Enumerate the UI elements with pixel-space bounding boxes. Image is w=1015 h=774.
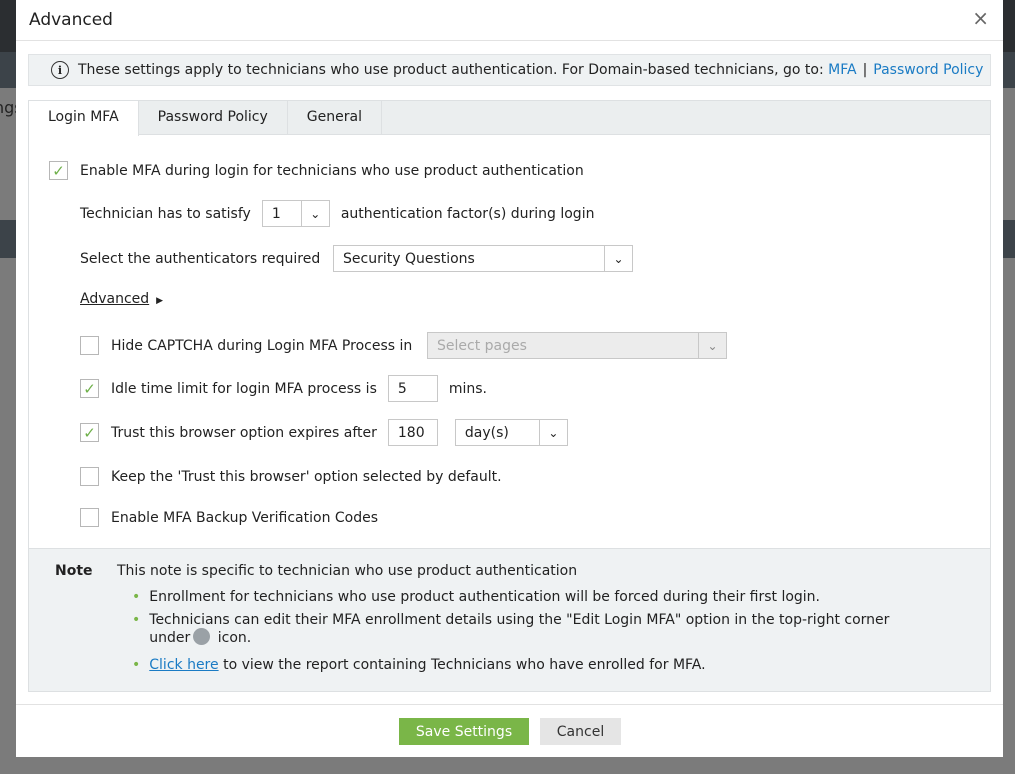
chevron-down-icon: ⌄ (604, 246, 632, 271)
divider (16, 40, 1003, 41)
satisfy-label-after: authentication factor(s) during login (340, 205, 595, 222)
advanced-toggle[interactable]: Advanced ▶ (80, 291, 163, 307)
enable-mfa-checkbox[interactable]: ✓ (49, 161, 68, 180)
satisfy-label: Technician has to satisfy (80, 205, 251, 222)
trust-browser-row: ✓ Trust this browser option expires afte… (80, 419, 568, 446)
idle-time-row: ✓ Idle time limit for login MFA process … (80, 375, 487, 402)
hide-captcha-label: Hide CAPTCHA during Login MFA Process in (111, 337, 413, 354)
tab-bar: Login MFA Password Policy General (29, 101, 990, 136)
chevron-down-icon: ⌄ (538, 420, 567, 445)
caret-right-icon: ▶ (156, 295, 164, 306)
note-bullet: Enrollment for technicians who use produ… (132, 589, 820, 605)
authenticators-row: Select the authenticators required Secur… (80, 245, 633, 272)
note-text: Technicians can edit their MFA enrollmen… (149, 612, 889, 646)
enable-mfa-label: Enable MFA during login for technicians … (80, 162, 584, 179)
chevron-down-icon: ⌄ (300, 201, 329, 226)
authenticators-value: Security Questions (343, 250, 475, 267)
note-text: to view the report containing Technician… (223, 657, 706, 673)
idle-time-input[interactable]: 5 (387, 375, 438, 402)
keep-trust-label: Keep the 'Trust this browser' option sel… (111, 468, 502, 485)
tab-password-policy[interactable]: Password Policy (139, 101, 288, 134)
backup-codes-label: Enable MFA Backup Verification Codes (111, 509, 379, 526)
tab-login-mfa[interactable]: Login MFA (29, 101, 139, 136)
note-intro: This note is specific to technician who … (117, 563, 578, 579)
captcha-pages-select[interactable]: Select pages ⌄ (427, 332, 727, 359)
password-policy-link[interactable]: Password Policy (873, 62, 983, 78)
authenticators-select[interactable]: Security Questions ⌄ (333, 245, 633, 272)
satisfy-row: Technician has to satisfy 1 ⌄ authentica… (80, 200, 594, 227)
info-banner: i These settings apply to technicians wh… (28, 54, 991, 86)
keep-trust-row: Keep the 'Trust this browser' option sel… (80, 467, 502, 486)
hide-captcha-checkbox[interactable] (80, 336, 99, 355)
captcha-pages-placeholder: Select pages (437, 337, 527, 354)
chevron-down-icon: ⌄ (698, 333, 726, 358)
trust-browser-label: Trust this browser option expires after (111, 424, 377, 441)
idle-time-label: Idle time limit for login MFA process is (111, 380, 377, 397)
note-text: icon. (217, 630, 252, 646)
click-here-link[interactable]: Click here (149, 657, 218, 673)
save-settings-button[interactable]: Save Settings (399, 718, 529, 745)
mfa-link[interactable]: MFA (828, 62, 856, 78)
settings-panel: Login MFA Password Policy General ✓ Enab… (28, 100, 991, 692)
trust-browser-checkbox[interactable]: ✓ (80, 423, 99, 442)
note-bullet: Click here to view the report containing… (132, 657, 706, 673)
note-section: Note This note is specific to technician… (29, 548, 990, 691)
idle-time-checkbox[interactable]: ✓ (80, 379, 99, 398)
note-text: Enrollment for technicians who use produ… (149, 589, 821, 605)
backup-codes-row: Enable MFA Backup Verification Codes (80, 508, 378, 527)
trust-unit-select[interactable]: day(s) ⌄ (454, 419, 568, 446)
advanced-link[interactable]: Advanced (80, 291, 149, 307)
note-text: under (149, 630, 191, 646)
cancel-button[interactable]: Cancel (540, 718, 621, 745)
note-bullet: Technicians can edit their MFA enrollmen… (132, 612, 889, 646)
authenticators-label: Select the authenticators required (80, 250, 321, 267)
info-text: These settings apply to technicians who … (78, 62, 824, 78)
user-avatar-icon (193, 628, 211, 645)
trust-unit-value: day(s) (464, 424, 509, 441)
backup-codes-checkbox[interactable] (80, 508, 99, 527)
note-text: Technicians can edit their MFA enrollmen… (149, 612, 890, 628)
enable-mfa-row: ✓ Enable MFA during login for technician… (49, 161, 584, 180)
dialog-title: Advanced (29, 10, 113, 30)
separator: | (862, 62, 868, 78)
factor-count-value: 1 (271, 205, 281, 222)
close-icon[interactable]: × (972, 6, 989, 30)
tab-general[interactable]: General (288, 101, 382, 134)
advanced-dialog: Advanced × i These settings apply to tec… (16, 0, 1003, 757)
divider (16, 704, 1003, 705)
factor-count-select[interactable]: 1 ⌄ (261, 200, 330, 227)
keep-trust-checkbox[interactable] (80, 467, 99, 486)
hide-captcha-row: Hide CAPTCHA during Login MFA Process in… (80, 332, 727, 359)
note-heading: Note (55, 563, 93, 579)
trust-days-input[interactable]: 180 (387, 419, 438, 446)
info-icon: i (51, 61, 69, 79)
idle-time-unit: mins. (448, 380, 488, 397)
